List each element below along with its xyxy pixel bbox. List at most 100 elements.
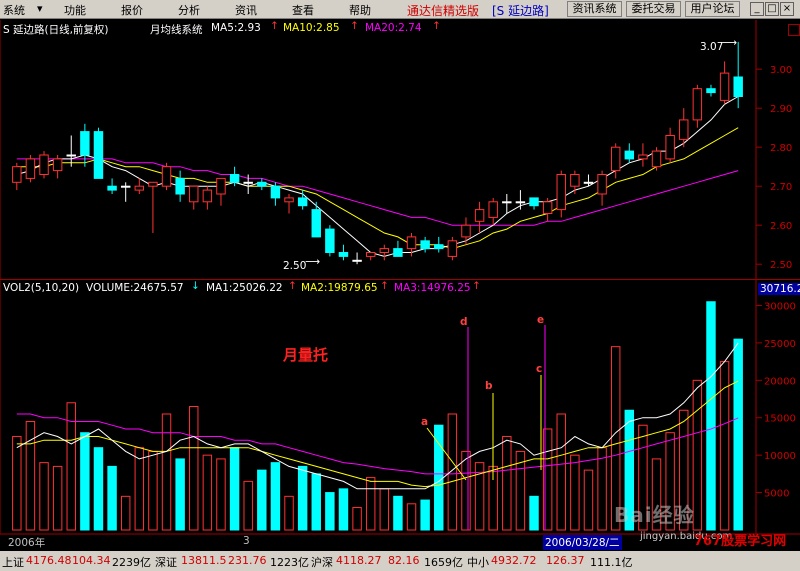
volume-bar (311, 473, 321, 531)
volume-bar (297, 465, 308, 531)
candle-up (202, 189, 213, 203)
site-watermark: 767股票学习网 (694, 534, 787, 549)
candle-down (257, 181, 267, 187)
ma5-line (16, 96, 739, 257)
volume-bar (338, 488, 349, 531)
candle-up (502, 201, 512, 204)
candle-up (39, 154, 49, 175)
volume-tick-label: 25000 (764, 339, 796, 350)
volume-bar (284, 495, 294, 531)
volume-tick-label: 30000 (764, 301, 796, 312)
candle-up (66, 154, 76, 157)
sh-amount: 2239亿 (112, 556, 151, 569)
price-tick-label: 2.80 (770, 143, 792, 154)
candle-down (107, 185, 117, 191)
marker-d-label: d (460, 316, 468, 328)
high-arrow-icon: ⟶ (722, 37, 738, 49)
volume-bar (461, 450, 471, 531)
candle-up (216, 177, 226, 195)
baidu-watermark: Bai经验 (614, 503, 695, 527)
volume-tick-label: 10000 (764, 451, 796, 462)
candle-up (12, 166, 22, 183)
sh-label: 上证 (2, 556, 24, 569)
low-label: 2.50 (283, 260, 307, 272)
volume-bar (12, 435, 22, 531)
low-arrow-icon: ⟶ (305, 256, 321, 268)
volume-bars (12, 301, 743, 531)
candle-down (338, 252, 349, 257)
candle-up (719, 72, 730, 101)
date-left: 2006年 (8, 537, 46, 549)
volume-bar (229, 447, 240, 531)
candle-up (52, 158, 63, 172)
volume-bar (393, 495, 403, 531)
candle-down (93, 131, 104, 179)
sz-label: 深证 (155, 556, 177, 569)
date-cursor: 2006/03/28/二 (543, 535, 622, 550)
volume-bar (216, 458, 226, 531)
volume-bar (733, 338, 743, 531)
candle-up (583, 181, 594, 184)
candle-down (733, 76, 743, 97)
volume-bar (120, 495, 131, 531)
candle-down (706, 88, 716, 94)
volume-bar (257, 469, 267, 531)
candle-up (474, 209, 485, 222)
marker-a-label: a (421, 416, 429, 428)
volume-bar (502, 435, 512, 531)
candle-up (148, 181, 158, 187)
volume-max-label: 30716.2 (758, 283, 800, 295)
candle-up (542, 201, 553, 215)
candle-up (25, 158, 36, 179)
price-tick-label: 3.00 (770, 65, 792, 76)
ma-lines (16, 96, 739, 257)
monthly-volume-annotation: 月量托 (283, 346, 329, 364)
candle-up (570, 174, 580, 187)
candle-up (638, 154, 648, 160)
chart-canvas[interactable]: 3.00 2.90 2.80 2.70 2.60 2.50 30000 25000 20000… (0, 0, 800, 551)
ma10-line (16, 127, 739, 250)
candle-up (406, 236, 417, 250)
marker-b-label: b (485, 380, 493, 392)
price-y-axis: 3.00 2.90 2.80 2.70 2.60 2.50 (756, 65, 792, 271)
volume-bar (352, 507, 362, 531)
sh-value: 4176.48 (26, 554, 72, 567)
candle-up (120, 185, 131, 188)
candle-up (692, 88, 703, 121)
candle-up (447, 240, 458, 257)
volume-bar (134, 447, 145, 531)
sz-amount: 1223亿 (270, 556, 309, 569)
candle-down (175, 177, 185, 195)
candle-up (134, 185, 145, 191)
volume-bar (175, 458, 185, 531)
zx-amount: 111.1亿 (590, 556, 633, 569)
candle-up (284, 197, 294, 203)
zx-value: 4932.72 (491, 554, 537, 567)
candle-up (243, 181, 253, 184)
volume-bar (406, 503, 417, 531)
candle-up (365, 252, 376, 257)
candle-down (624, 150, 635, 160)
volume-tick-label: 5000 (764, 489, 789, 500)
volume-bar (52, 465, 63, 531)
hs-amount: 1659亿 (424, 556, 463, 569)
volume-bar (529, 495, 539, 531)
volume-bar (379, 488, 390, 531)
zx-label: 中小 (467, 556, 489, 569)
candle-down (80, 131, 90, 156)
candle-up (610, 146, 621, 172)
volume-bar (25, 420, 36, 531)
volume-bar (270, 462, 281, 531)
candle-down (311, 209, 321, 238)
price-tick-label: 2.90 (770, 104, 792, 115)
volume-bar (597, 447, 607, 531)
candle-down (229, 174, 240, 183)
candle-up (651, 150, 662, 168)
candle-down (393, 248, 403, 257)
volume-bar (420, 499, 430, 531)
price-tick-label: 2.70 (770, 182, 792, 193)
volume-bar (365, 477, 376, 531)
candle-up (161, 166, 172, 187)
volume-bar (583, 469, 594, 531)
volume-bar (570, 454, 580, 531)
